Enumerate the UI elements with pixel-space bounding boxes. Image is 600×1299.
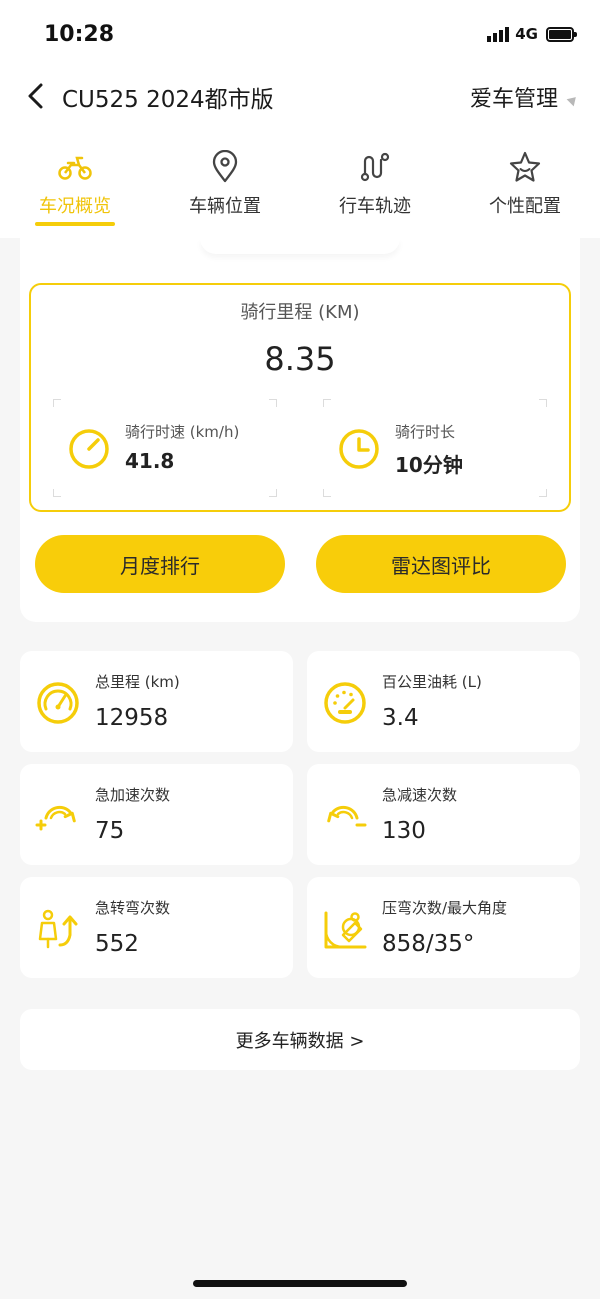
stat-value: 130 <box>382 818 426 844</box>
scooter-icon <box>58 156 92 180</box>
star-icon <box>509 151 541 182</box>
stat-label: 百公里油耗 (L) <box>382 673 482 691</box>
stat-lean-angle: 压弯次数/最大角度 858/35° <box>307 877 580 978</box>
sharp-turn-icon <box>38 909 78 949</box>
tab-label: 个性配置 <box>489 196 561 217</box>
tab-vehicle-location[interactable]: 车辆位置 <box>150 150 300 230</box>
stat-total-mileage: 总里程 (km) 12958 <box>20 651 293 752</box>
active-tab-indicator <box>35 222 115 226</box>
speed-gauge-icon <box>69 429 109 469</box>
signal-icon <box>487 26 511 42</box>
stat-label: 急减速次数 <box>382 786 458 804</box>
stat-value: 12958 <box>95 705 169 731</box>
card-top-notch <box>200 238 400 254</box>
stat-value: 858/35° <box>382 931 475 957</box>
stat-rapid-acceleration: 急加速次数 75 <box>20 764 293 865</box>
fuel-gauge-icon <box>324 682 366 724</box>
location-pin-icon <box>212 150 238 183</box>
ride-speed-box: 骑行时速 (km/h) 41.8 <box>53 399 277 497</box>
stat-fuel-consumption: 百公里油耗 (L) 3.4 <box>307 651 580 752</box>
stat-rapid-deceleration: 急减速次数 130 <box>307 764 580 865</box>
ride-duration-value: 10分钟 <box>395 453 463 477</box>
page-title: CU525 2024都市版 <box>62 87 274 113</box>
tab-personal-config[interactable]: 个性配置 <box>450 150 600 230</box>
route-icon <box>360 152 390 182</box>
stat-value: 552 <box>95 931 139 957</box>
stat-value: 75 <box>95 818 125 844</box>
ride-mileage-title: 骑行里程 (KM) <box>240 302 360 323</box>
tab-bar: 车况概览 车辆位置 行车轨迹 个性配置 <box>0 150 600 230</box>
stat-sharp-turns: 急转弯次数 552 <box>20 877 293 978</box>
car-management-link[interactable]: 爱车管理 <box>470 81 558 113</box>
odometer-icon <box>37 682 79 724</box>
ride-speed-value: 41.8 <box>125 449 175 473</box>
ride-mileage-value: 8.35 <box>264 340 336 378</box>
tab-label: 车况概览 <box>39 196 111 217</box>
status-time: 10:28 <box>44 22 115 47</box>
tab-driving-track[interactable]: 行车轨迹 <box>300 150 450 230</box>
clock-icon <box>339 429 379 469</box>
monthly-ranking-button[interactable]: 月度排行 <box>35 535 285 593</box>
ride-speed-label: 骑行时速 (km/h) <box>125 423 240 441</box>
stat-label: 急加速次数 <box>95 786 171 804</box>
rapid-acceleration-icon <box>35 805 76 831</box>
tab-label: 车辆位置 <box>189 196 261 217</box>
rapid-deceleration-icon <box>327 805 367 827</box>
tab-vehicle-overview[interactable]: 车况概览 <box>0 150 150 230</box>
battery-icon <box>546 26 577 42</box>
back-arrow-icon[interactable] <box>22 80 50 112</box>
tab-label: 行车轨迹 <box>339 196 411 217</box>
network-type: 4G <box>515 25 538 43</box>
status-icons: 4G <box>487 25 577 43</box>
ride-duration-label: 骑行时长 <box>395 423 456 441</box>
stat-value: 3.4 <box>382 705 419 731</box>
home-indicator <box>193 1280 407 1287</box>
radar-compare-button[interactable]: 雷达图评比 <box>316 535 566 593</box>
stat-label: 总里程 (km) <box>95 673 180 691</box>
stat-label: 急转弯次数 <box>95 899 171 917</box>
stat-label: 压弯次数/最大角度 <box>382 899 508 917</box>
lean-angle-icon <box>324 911 367 949</box>
ride-duration-box: 骑行时长 10分钟 <box>323 399 547 497</box>
more-vehicle-data-link[interactable]: 更多车辆数据 > <box>20 1009 580 1070</box>
